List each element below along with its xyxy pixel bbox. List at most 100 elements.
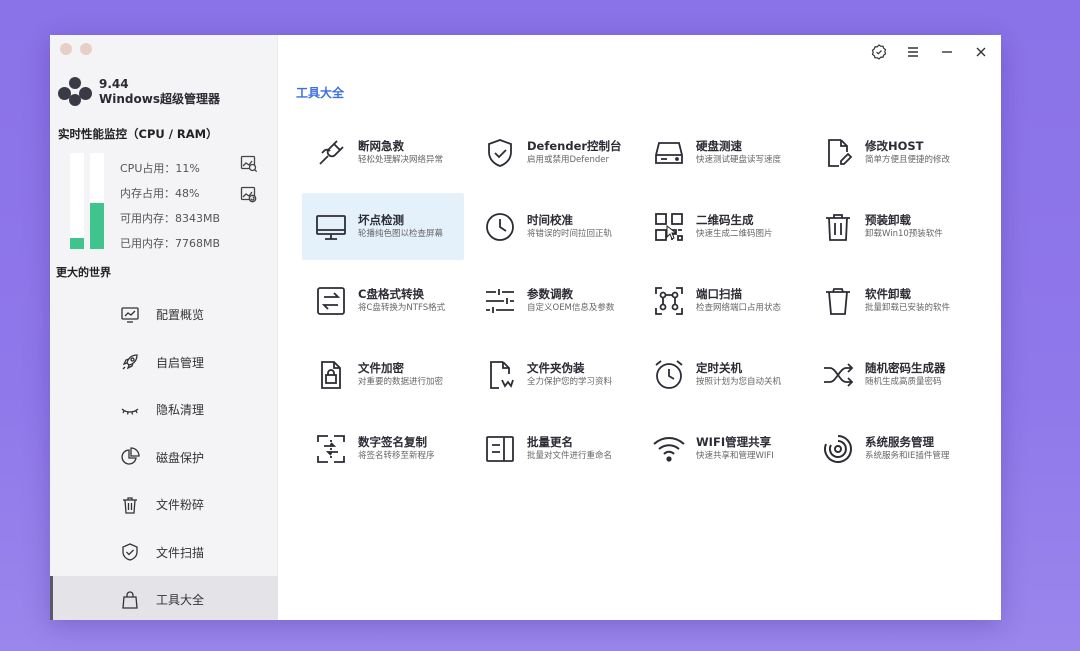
tool-disk-speed[interactable]: 硬盘测速 快速测试硬盘读写速度: [640, 119, 802, 186]
tool-signature-copy[interactable]: 数字签名复制将签名转移至新程序: [302, 415, 464, 482]
more-world-label: 更大的世界: [56, 266, 111, 279]
sidebar-item-label: 自启管理: [156, 355, 205, 370]
rocket-icon: [120, 352, 140, 372]
sidebar-item-toolbox[interactable]: 工具大全: [50, 576, 278, 620]
file-mask-icon: [483, 358, 517, 392]
rename-icon: [483, 432, 517, 466]
tool-scheduled-shutdown[interactable]: 定时关机按照计划为您自动关机: [640, 341, 802, 408]
monitor-icon: [314, 210, 348, 244]
tool-batch-rename[interactable]: 批量更名 批量对文件进行重命名: [471, 415, 633, 482]
tool-name: WIFI管理共享: [696, 435, 772, 449]
sidebar-item-shredder[interactable]: 文件粉碎: [50, 481, 278, 529]
tool-time-sync[interactable]: 时间校准将错误的时间拉回正轨: [471, 193, 633, 260]
monitor-chart-icon: [120, 305, 140, 325]
image-refresh-icon[interactable]: [240, 186, 258, 204]
tool-desc: 简单方便且便捷的修改: [865, 155, 951, 165]
tool-desc: 将错误的时间拉回正轨: [527, 229, 613, 239]
tool-name: 软件卸载: [865, 287, 911, 301]
tool-edit-host[interactable]: 修改HOST 简单方便且便捷的修改: [809, 119, 971, 186]
tool-qrcode[interactable]: 二维码生成 快速生成二维码图片: [640, 193, 802, 260]
app-name: Windows超级管理器: [99, 92, 220, 106]
main-panel: 工具大全 断网急救 轻松处理解决网络异常 Defender控制台启用或禁用Defe…: [278, 35, 1001, 620]
tool-name: 二维码生成: [696, 213, 754, 227]
plug-icon: [314, 136, 348, 170]
tool-defender-console[interactable]: Defender控制台启用或禁用Defender: [471, 119, 633, 186]
tool-desc: 检查网络端口占用状态: [696, 303, 782, 313]
tool-name: 预装卸载: [865, 213, 911, 227]
tool-name: 坏点检测: [358, 213, 404, 227]
tool-name: 系统服务管理: [865, 435, 934, 449]
tool-name: 时间校准: [527, 213, 573, 227]
perf-monitor-title: 实时性能监控（CPU / RAM）: [58, 127, 218, 141]
tool-desc: 将C盘转换为NTFS格式: [358, 303, 446, 313]
minimize-icon[interactable]: [937, 43, 957, 61]
sidebar-item-file-scan[interactable]: 文件扫描: [50, 529, 278, 577]
tool-name: 定时关机: [696, 361, 742, 375]
sidebar-item-label: 配置概览: [156, 308, 205, 323]
tool-preinstall-uninstall[interactable]: 预装卸载 卸载Win10预装软件: [809, 193, 971, 260]
cpu-bar-fill: [70, 238, 84, 249]
used-memory: 已用内存：7768MB: [120, 237, 221, 250]
shuffle-icon: [821, 358, 855, 392]
sidebar-item-startup[interactable]: 自启管理: [50, 339, 278, 387]
tool-port-scan[interactable]: 端口扫描检查网络端口占用状态: [640, 267, 802, 334]
tool-software-uninstall[interactable]: 软件卸载 批量卸载已安装的软件: [809, 267, 971, 334]
tool-wifi-share[interactable]: WIFI管理共享快速共享和管理WIFI: [640, 415, 802, 482]
sidebar-item-privacy[interactable]: 隐私清理: [50, 386, 278, 434]
tool-name: Defender控制台: [527, 139, 622, 153]
ram-bar: [90, 153, 104, 249]
tool-password-generator[interactable]: 随机密码生成器 随机生成高质量密码: [809, 341, 971, 408]
close-dot[interactable]: [60, 43, 72, 55]
eye-closed-icon: [120, 400, 140, 420]
ram-bar-fill: [90, 202, 104, 249]
tool-file-encrypt[interactable]: 文件加密对重要的数据进行加密: [302, 341, 464, 408]
tool-desc: 系统服务和IE插件管理: [865, 451, 950, 461]
tool-name: 文件加密: [358, 361, 404, 375]
page-title: 工具大全: [296, 86, 345, 100]
shield-check-icon: [120, 542, 140, 562]
service-ring-icon: [821, 432, 855, 466]
tool-name: 端口扫描: [696, 287, 742, 301]
tool-grid: 断网急救 轻松处理解决网络异常 Defender控制台 启用或禁用Defender …: [302, 119, 971, 482]
tool-system-services[interactable]: 系统服务管理系统服务和IE插件管理: [809, 415, 971, 482]
mouse-cursor-icon: [666, 224, 678, 244]
sidebar-nav: 配置概览 自启管理 隐私清理 磁盘保护 文件粉碎 文件扫描 工具大全: [50, 291, 278, 620]
tool-name: 批量更名: [527, 435, 573, 449]
sidebar-item-label: 文件粉碎: [156, 498, 205, 513]
tool-param-tune[interactable]: 参数调教 自定义OEM信息及参数: [471, 267, 633, 334]
tool-desc: 将签名转移至新程序: [358, 451, 435, 461]
app-logo-icon: [58, 77, 92, 107]
tool-c-drive-convert[interactable]: C盘格式转换将C盘转换为NTFS格式: [302, 267, 464, 334]
tool-network-rescue[interactable]: 断网急救 轻松处理解决网络异常: [302, 119, 464, 186]
window-traffic-lights: [60, 43, 92, 55]
tool-dead-pixel[interactable]: 坏点检测轮播纯色图以检查屏幕: [302, 193, 464, 260]
menu-icon[interactable]: [903, 43, 923, 61]
tool-name: 数字签名复制: [358, 435, 427, 449]
close-icon[interactable]: [971, 43, 991, 61]
convert-icon: [314, 284, 348, 318]
minimize-dot[interactable]: [80, 43, 92, 55]
image-search-icon[interactable]: [240, 155, 258, 173]
tool-desc: 快速共享和管理WIFI: [696, 451, 774, 461]
sidebar-item-label: 磁盘保护: [156, 450, 205, 465]
tool-desc: 轮播纯色图以检查屏幕: [358, 229, 444, 239]
tool-name: C盘格式转换: [358, 287, 424, 301]
sidebar-item-config-overview[interactable]: 配置概览: [50, 291, 278, 339]
sidebar-item-label: 文件扫描: [156, 545, 205, 560]
tool-desc: 按照计划为您自动关机: [696, 377, 782, 387]
perf-tools: [240, 155, 258, 217]
clock-icon: [483, 210, 517, 244]
bin-icon: [821, 284, 855, 318]
available-memory: 可用内存：8343MB: [120, 212, 221, 225]
tool-name: 修改HOST: [865, 139, 924, 153]
sidebar-item-disk-protect[interactable]: 磁盘保护: [50, 434, 278, 482]
scan-icon: [652, 284, 686, 318]
app-brand: 9.44 Windows超级管理器: [58, 77, 220, 107]
settings-badge-icon[interactable]: [869, 43, 889, 61]
shield-check-icon: [483, 136, 517, 170]
signature-copy-icon: [314, 432, 348, 466]
tool-desc: 启用或禁用Defender: [527, 155, 610, 165]
tool-folder-disguise[interactable]: 文件夹伪装 全力保护您的学习资料: [471, 341, 633, 408]
cpu-bar: [70, 153, 84, 249]
tool-desc: 对重要的数据进行加密: [358, 377, 444, 387]
